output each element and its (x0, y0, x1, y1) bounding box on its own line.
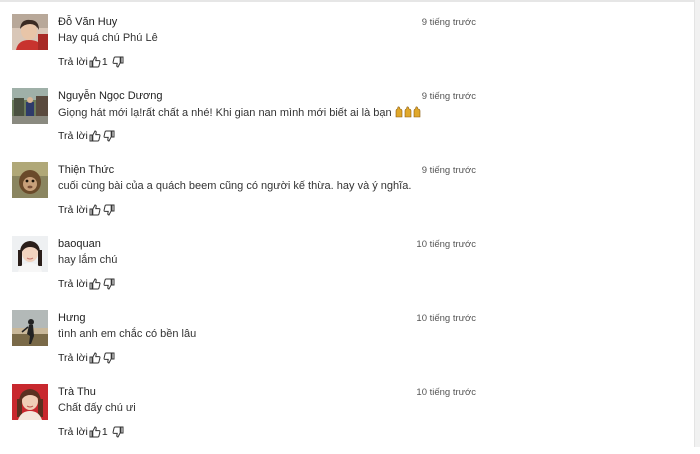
thumbs-down-icon[interactable] (103, 352, 115, 364)
thumbs-up-icon[interactable] (89, 204, 101, 216)
comment-timestamp: 10 tiếng trước (416, 313, 476, 324)
comment-actions: Trả lời (58, 277, 115, 291)
comment-text: tình anh em chắc có bền lâu (58, 328, 197, 340)
comment-author[interactable]: baoquan (58, 238, 101, 250)
avatar[interactable] (12, 310, 48, 346)
comment-actions: Trả lời (58, 129, 115, 143)
raised-hands-emoji (395, 106, 423, 121)
comment-actions: Trả lời (58, 351, 115, 365)
thumbs-up-icon[interactable] (89, 352, 101, 364)
reply-button[interactable]: Trả lời (58, 56, 88, 68)
thumbs-up-icon[interactable] (89, 130, 101, 142)
comment-timestamp: 10 tiếng trước (416, 387, 476, 398)
comment-timestamp: 10 tiếng trước (416, 239, 476, 250)
avatar[interactable] (12, 88, 48, 124)
avatar[interactable] (12, 14, 48, 50)
comment-author[interactable]: Nguyễn Ngọc Dương (58, 90, 162, 102)
comment-actions: Trả lời 1 (58, 425, 124, 439)
comment-text: cuối cùng bài của a quách beem cũng có n… (58, 180, 412, 192)
comment-actions: Trả lời 1 (58, 55, 124, 69)
thumbs-up-icon[interactable] (89, 426, 101, 438)
comment-text: Chất đấy chú ưi (58, 402, 136, 414)
comment-text: Giọng hát mới lạ!rất chất a nhé! Khi gia… (58, 106, 423, 121)
like-count: 1 (101, 56, 108, 68)
thumbs-up-icon[interactable] (89, 56, 101, 68)
comment-timestamp: 9 tiếng trước (421, 91, 476, 102)
reply-button[interactable]: Trả lời (58, 426, 88, 438)
comment-item: baoquan 10 tiếng trước hay lắm chú Trả l… (0, 236, 695, 306)
thumbs-down-icon[interactable] (112, 56, 124, 68)
comment-item: Thiện Thức 9 tiếng trước cuối cùng bài c… (0, 162, 695, 232)
comment-item: Trà Thu 10 tiếng trước Chất đấy chú ưi T… (0, 384, 695, 454)
comment-item: Đỗ Văn Huy 9 tiếng trước Hay quá chú Phú… (0, 14, 695, 84)
comment-text: Hay quá chú Phú Lê (58, 32, 158, 44)
reply-button[interactable]: Trả lời (58, 352, 88, 364)
thumbs-down-icon[interactable] (103, 130, 115, 142)
reply-button[interactable]: Trả lời (58, 278, 88, 290)
comment-item: Hưng 10 tiếng trước tình anh em chắc có … (0, 310, 695, 380)
comment-list: Đỗ Văn Huy 9 tiếng trước Hay quá chú Phú… (0, 0, 695, 447)
thumbs-down-icon[interactable] (103, 278, 115, 290)
comment-author[interactable]: Thiện Thức (58, 164, 114, 176)
comment-actions: Trả lời (58, 203, 115, 217)
comment-author[interactable]: Hưng (58, 312, 86, 324)
comment-timestamp: 9 tiếng trước (421, 165, 476, 176)
avatar[interactable] (12, 236, 48, 272)
comment-author[interactable]: Đỗ Văn Huy (58, 16, 117, 28)
comment-text: hay lắm chú (58, 254, 118, 266)
thumbs-up-icon[interactable] (89, 278, 101, 290)
reply-button[interactable]: Trả lời (58, 130, 88, 142)
avatar[interactable] (12, 384, 48, 420)
thumbs-down-icon[interactable] (112, 426, 124, 438)
thumbs-down-icon[interactable] (103, 204, 115, 216)
comment-item: Nguyễn Ngọc Dương 9 tiếng trước Giọng há… (0, 88, 695, 158)
reply-button[interactable]: Trả lời (58, 204, 88, 216)
like-count: 1 (101, 426, 108, 438)
comment-author[interactable]: Trà Thu (58, 386, 96, 398)
comment-timestamp: 9 tiếng trước (421, 17, 476, 28)
avatar[interactable] (12, 162, 48, 198)
